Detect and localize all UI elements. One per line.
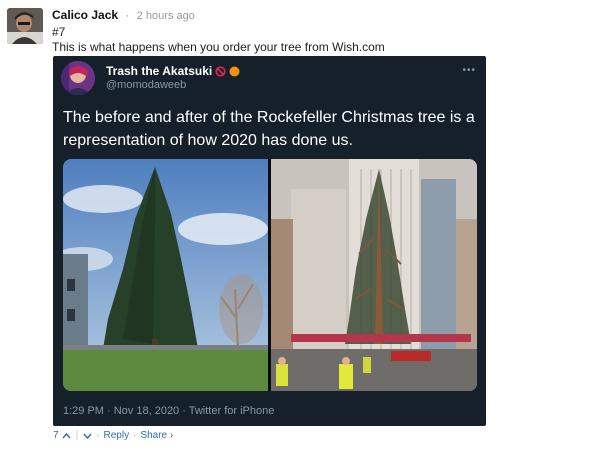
tweet-photos[interactable]: [63, 159, 477, 391]
comment-message: This is what happens when you order your…: [52, 40, 385, 54]
header-separator: ·: [125, 8, 130, 22]
embedded-tweet[interactable]: Trash the Akatsuki @momodaweeb ••• The b…: [53, 56, 486, 426]
tweet-footer[interactable]: 1:29 PM · Nov 18, 2020 · Twitter for iPh…: [63, 405, 274, 417]
chevron-down-icon[interactable]: [83, 432, 92, 440]
action-dot: ·: [133, 430, 137, 441]
tweet-avatar[interactable]: [61, 61, 95, 95]
comment-number: #7: [52, 25, 66, 39]
comment-timestamp[interactable]: 2 hours ago: [137, 10, 195, 22]
after-tree-photo[interactable]: [271, 159, 477, 391]
orange-circle-icon: [229, 66, 240, 77]
tweet-handle[interactable]: @momodaweeb: [106, 79, 186, 91]
tweet-display-name-text: Trash the Akatsuki: [106, 64, 213, 78]
action-dot: ·: [96, 430, 100, 441]
tweet-display-name[interactable]: Trash the Akatsuki: [106, 64, 240, 78]
more-dots-icon[interactable]: •••: [462, 65, 476, 76]
vote-divider: |: [75, 430, 79, 441]
vote-score: 7: [53, 430, 59, 441]
comment-header: Calico Jack · 2 hours ago: [52, 8, 195, 24]
reply-link[interactable]: Reply: [104, 430, 130, 441]
before-tree-photo[interactable]: [63, 159, 268, 391]
comment-author[interactable]: Calico Jack: [52, 8, 118, 22]
prohibited-icon: [215, 65, 226, 77]
tweet-text: The before and after of the Rockefeller …: [63, 109, 475, 149]
comment-actions: 7 | · Reply · Share ›: [53, 430, 173, 441]
user-avatar[interactable]: [7, 8, 43, 44]
share-link[interactable]: Share ›: [140, 430, 173, 441]
chevron-up-icon[interactable]: [62, 432, 71, 440]
